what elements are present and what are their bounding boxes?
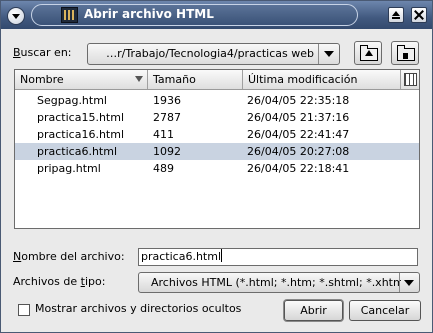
window-menu-icon[interactable] bbox=[7, 7, 25, 25]
filename-value: practica6.html bbox=[141, 250, 222, 263]
show-hidden-checkbox[interactable] bbox=[18, 304, 30, 316]
filter-label: Archivos de tipo: bbox=[13, 275, 106, 288]
close-icon[interactable] bbox=[411, 7, 427, 23]
file-modified: 26/04/05 20:27:08 bbox=[247, 145, 350, 158]
sort-descending-icon bbox=[135, 76, 143, 82]
combo-separator bbox=[399, 273, 400, 292]
combo-separator bbox=[318, 44, 319, 64]
look-in-combo[interactable]: …r/Trabajo/Tecnologia4/practicas web bbox=[87, 43, 340, 65]
open-file-dialog: Abrir archivo HTML Buscar en: …r/Trabajo… bbox=[0, 0, 433, 333]
file-row[interactable]: practica16.html 411 26/04/05 22:41:47 bbox=[15, 126, 419, 143]
home-folder-button[interactable] bbox=[391, 41, 419, 65]
parent-folder-button[interactable] bbox=[354, 41, 382, 65]
file-list-header: Nombre Tamaño Última modificación bbox=[15, 70, 419, 90]
file-modified: 26/04/05 22:41:47 bbox=[247, 128, 350, 141]
text-caret bbox=[221, 249, 223, 262]
file-type-value: Archivos HTML (*.html; *.htm; *.shtml; *… bbox=[151, 276, 401, 289]
column-header-name[interactable]: Nombre bbox=[15, 70, 148, 89]
file-name: practica15.html bbox=[37, 111, 125, 124]
file-list[interactable]: Nombre Tamaño Última modificación Segpag… bbox=[14, 69, 420, 229]
title-pill: Abrir archivo HTML bbox=[31, 4, 358, 26]
file-row[interactable]: practica15.html 2787 26/04/05 21:37:16 bbox=[15, 109, 419, 126]
file-size: 1936 bbox=[153, 94, 181, 107]
file-size: 1092 bbox=[153, 145, 181, 158]
column-chooser-icon[interactable] bbox=[404, 73, 417, 86]
open-button[interactable]: Abrir bbox=[284, 300, 343, 321]
column-header-size[interactable]: Tamaño bbox=[148, 70, 243, 89]
file-size: 489 bbox=[153, 162, 174, 175]
html-file-icon bbox=[61, 7, 78, 23]
look-in-label: Buscar en: bbox=[13, 46, 72, 59]
file-row[interactable]: pripag.html 489 26/04/05 22:18:41 bbox=[15, 160, 419, 177]
show-hidden-label[interactable]: Mostrar archivos y directorios ocultos bbox=[35, 302, 241, 315]
folder-up-icon bbox=[360, 45, 378, 61]
file-name: practica16.html bbox=[37, 128, 125, 141]
file-row-selected[interactable]: practica6.html 1092 26/04/05 20:27:08 bbox=[15, 143, 419, 160]
chevron-down-icon bbox=[324, 51, 334, 57]
filename-field[interactable]: practica6.html bbox=[138, 248, 418, 266]
file-modified: 26/04/05 22:18:41 bbox=[247, 162, 350, 175]
file-name: practica6.html bbox=[37, 145, 118, 158]
maximize-icon[interactable] bbox=[388, 7, 404, 23]
file-modified: 26/04/05 22:35:18 bbox=[247, 94, 350, 107]
file-name: Segpag.html bbox=[37, 94, 107, 107]
file-type-combo[interactable]: Archivos HTML (*.html; *.htm; *.shtml; *… bbox=[138, 272, 420, 293]
window-title: Abrir archivo HTML bbox=[84, 7, 214, 21]
file-name: pripag.html bbox=[37, 162, 101, 175]
file-modified: 26/04/05 21:37:16 bbox=[247, 111, 350, 124]
file-size: 2787 bbox=[153, 111, 181, 124]
filename-label: Nombre del archivo: bbox=[13, 250, 125, 263]
title-bar[interactable]: Abrir archivo HTML bbox=[1, 1, 432, 29]
chevron-down-icon bbox=[404, 280, 414, 286]
look-in-path: …r/Trabajo/Tecnologia4/practicas web bbox=[106, 47, 314, 60]
file-size: 411 bbox=[153, 128, 174, 141]
file-row[interactable]: Segpag.html 1936 26/04/05 22:35:18 bbox=[15, 92, 419, 109]
folder-home-icon bbox=[397, 45, 415, 61]
column-header-modified[interactable]: Última modificación bbox=[243, 70, 401, 89]
cancel-button[interactable]: Cancelar bbox=[349, 300, 421, 321]
